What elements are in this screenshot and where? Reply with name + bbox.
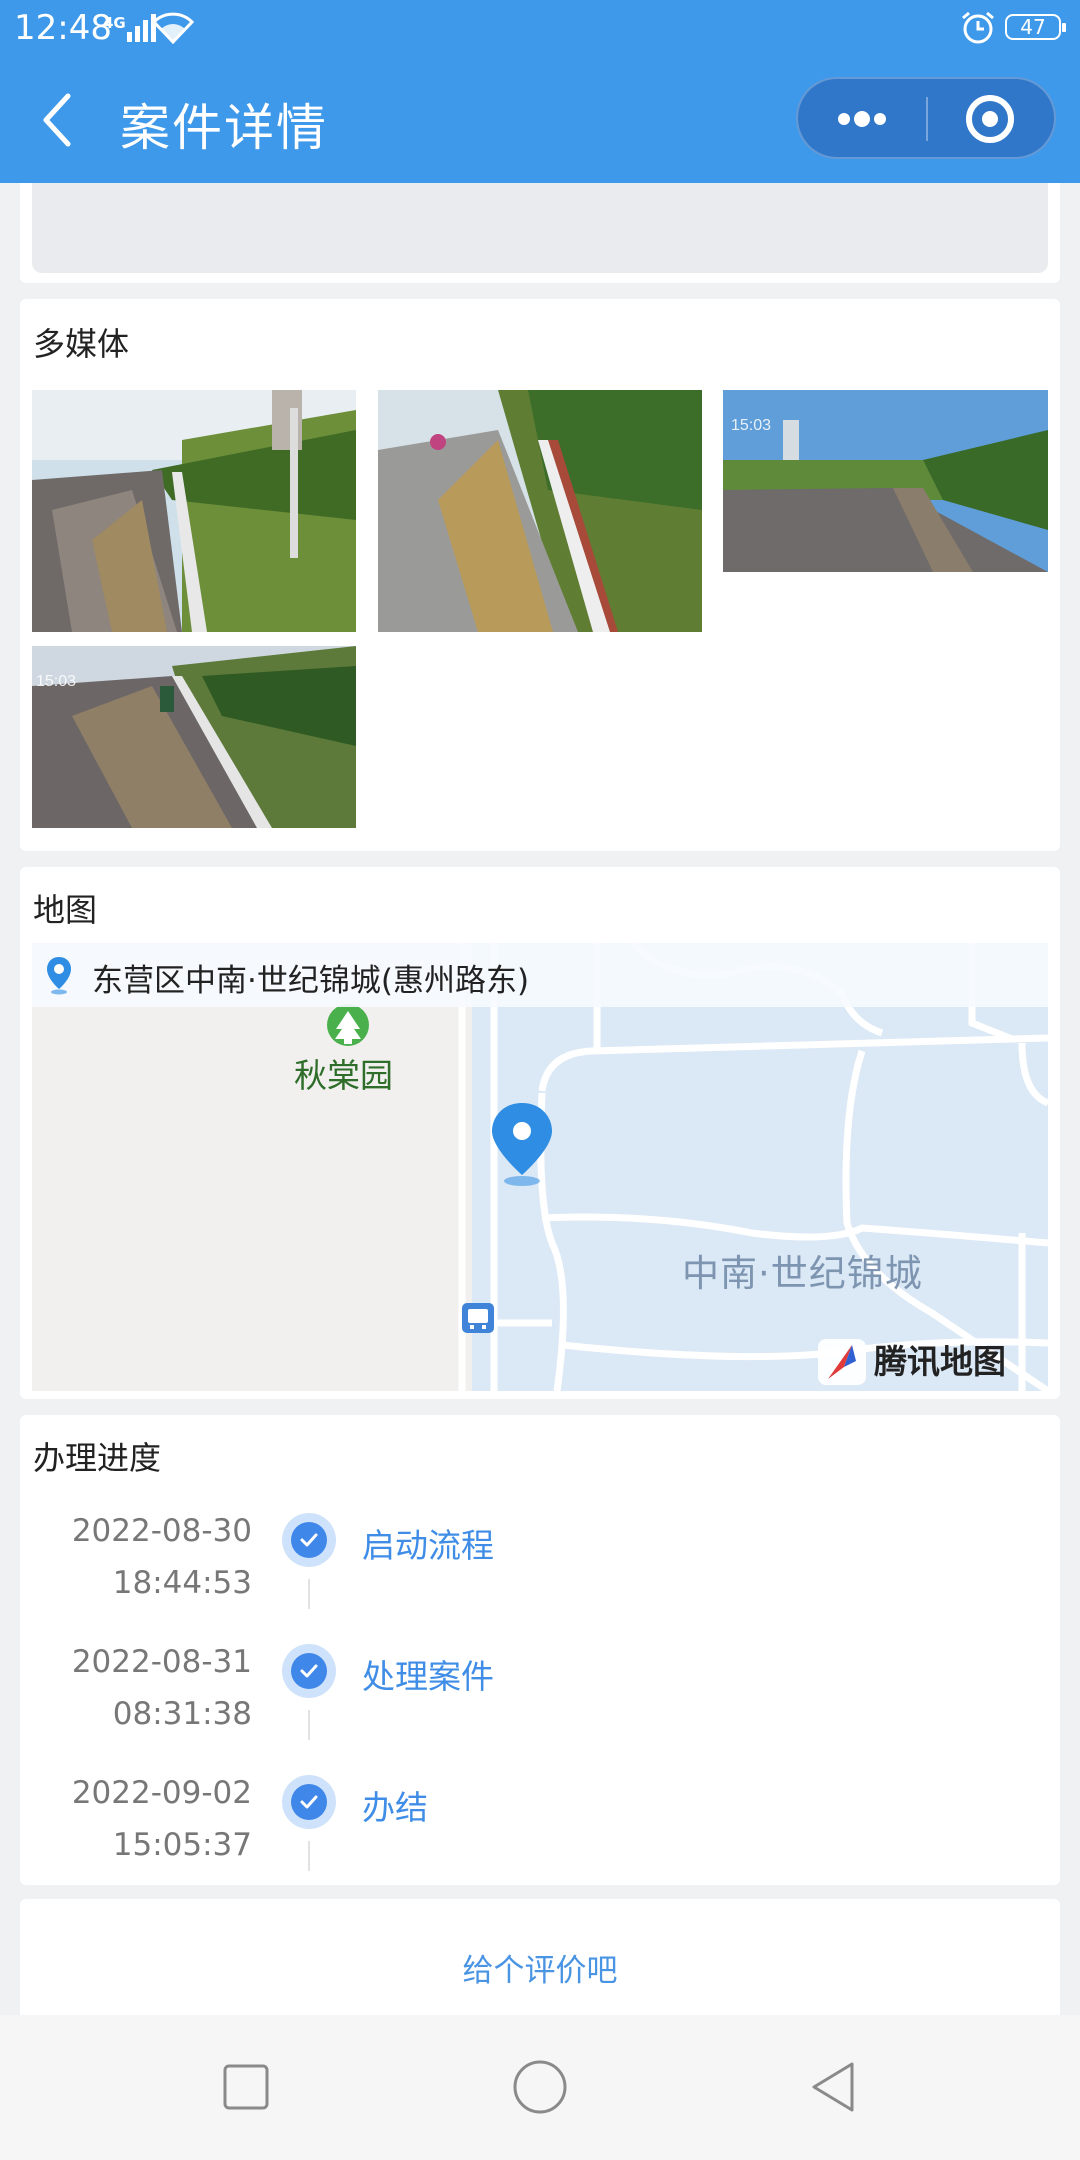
timeline-connector — [308, 1841, 310, 1871]
map-poi-park: 秋棠园 — [294, 1056, 393, 1095]
description-card — [20, 183, 1060, 283]
recent-apps-icon[interactable] — [216, 2057, 276, 2117]
step-label: 办结 — [362, 1788, 428, 1827]
progress-card: 办理进度 2022-08-30 18:44:53 启动流程 2022-08-31… — [20, 1415, 1060, 1885]
step-label: 处理案件 — [362, 1657, 494, 1696]
timeline-step: 2022-08-31 08:31:38 处理案件 — [20, 1644, 1060, 1774]
map-poi-area: 中南·世纪锦城 — [682, 1252, 923, 1295]
step-time: 08:31:38 — [112, 1696, 252, 1732]
timeline-connector — [308, 1710, 310, 1740]
step-time: 15:05:37 — [112, 1827, 252, 1863]
mini-program-capsule — [796, 77, 1056, 159]
status-time: 12:48 — [14, 8, 112, 48]
address-bar: 东营区中南·世纪锦城(惠州路东) — [32, 943, 1048, 1007]
map-address: 东营区中南·世纪锦城(惠州路东) — [92, 963, 530, 999]
step-label: 启动流程 — [362, 1526, 494, 1565]
media-photo-4[interactable]: 15:03 — [32, 646, 356, 828]
map-canvas — [32, 943, 1048, 1391]
step-time: 18:44:53 — [112, 1565, 252, 1601]
description-field — [32, 183, 1048, 273]
top-header: 12:48 4G 47 案件详情 — [0, 0, 1080, 183]
page-title: 案件详情 — [120, 99, 328, 157]
step-check-icon — [282, 1644, 336, 1698]
alarm-icon — [962, 11, 994, 44]
photo-4-timestamp: 15:03 — [36, 673, 76, 690]
close-program-icon[interactable] — [928, 79, 1054, 157]
progress-section-title: 办理进度 — [33, 1439, 162, 1477]
timeline-step: 2022-09-02 15:05:37 办结 — [20, 1775, 1060, 1905]
map-card: 地图 秋棠园 中南·世纪锦城 腾讯地图 东营区中南·世纪锦城(惠州路东) — [20, 867, 1060, 1399]
network-type: 4G — [103, 14, 126, 32]
media-photo-2[interactable] — [378, 390, 702, 632]
step-check-icon — [282, 1775, 336, 1829]
media-photo-1[interactable] — [32, 390, 356, 632]
media-section-title: 多媒体 — [33, 325, 130, 363]
media-photo-3[interactable]: 15:03 — [723, 390, 1048, 572]
timeline-connector — [308, 1579, 310, 1609]
timeline-step: 2022-08-30 18:44:53 启动流程 — [20, 1513, 1060, 1643]
location-map[interactable]: 秋棠园 中南·世纪锦城 腾讯地图 东营区中南·世纪锦城(惠州路东) — [32, 943, 1048, 1391]
back-arrow-icon[interactable] — [38, 92, 78, 148]
step-check-icon — [282, 1513, 336, 1567]
step-date: 2022-08-30 — [71, 1513, 252, 1549]
map-section-title: 地图 — [33, 891, 98, 929]
back-nav-icon[interactable] — [804, 2057, 864, 2117]
battery-indicator: 47 — [1005, 14, 1066, 40]
rate-button[interactable]: 给个评价吧 — [20, 1945, 1060, 1990]
more-options-icon[interactable] — [798, 79, 926, 157]
home-icon[interactable] — [510, 2057, 570, 2117]
map-brand-label: 腾讯地图 — [874, 1342, 1006, 1381]
step-date: 2022-08-31 — [71, 1644, 252, 1680]
step-date: 2022-09-02 — [71, 1775, 252, 1811]
wifi-icon — [152, 12, 194, 44]
photo-3-timestamp: 15:03 — [731, 417, 771, 434]
location-pin-icon — [47, 957, 71, 995]
system-nav-bar — [0, 2015, 1080, 2160]
media-card: 多媒体 15:03 15:03 — [20, 299, 1060, 851]
